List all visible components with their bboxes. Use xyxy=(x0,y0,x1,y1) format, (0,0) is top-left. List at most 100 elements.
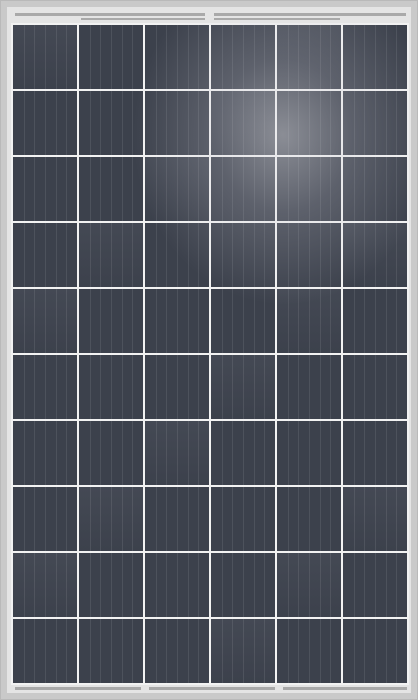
cell-finger-line xyxy=(253,619,255,683)
solar-cell xyxy=(79,553,143,617)
solar-cell xyxy=(277,91,341,155)
cell-finger-line xyxy=(287,289,289,353)
cell-finger-line xyxy=(264,223,266,287)
cell-finger-line xyxy=(264,25,266,89)
cell-finger-line xyxy=(330,619,332,683)
cell-finger-line xyxy=(330,421,332,485)
cell-finger-line xyxy=(187,25,189,89)
cell-finger-line xyxy=(396,223,398,287)
cell-finger-line xyxy=(23,91,25,155)
cell-finger-line xyxy=(243,157,244,221)
cell-finger-line xyxy=(198,553,200,617)
cell-finger-line xyxy=(111,553,112,617)
cell-finger-line xyxy=(155,421,157,485)
cell-finger-line xyxy=(177,289,178,353)
cell-grid xyxy=(11,23,409,685)
cell-finger-line xyxy=(155,487,157,551)
cell-finger-line xyxy=(111,487,112,551)
cell-finger-line xyxy=(187,91,189,155)
cell-finger-line xyxy=(253,289,255,353)
cell-finger-line xyxy=(309,91,310,155)
cell-finger-line xyxy=(319,553,321,617)
cell-finger-line xyxy=(34,355,36,419)
cell-finger-line xyxy=(353,91,355,155)
bottom-busbar-1 xyxy=(15,687,141,690)
cell-finger-line xyxy=(375,553,376,617)
cell-finger-line xyxy=(298,25,300,89)
solar-cell xyxy=(211,91,275,155)
cell-finger-line xyxy=(66,619,68,683)
cell-finger-line xyxy=(45,355,46,419)
cell-finger-line xyxy=(111,157,112,221)
cell-finger-line xyxy=(187,619,189,683)
solar-cell xyxy=(145,355,209,419)
solar-cell xyxy=(211,553,275,617)
cell-finger-line xyxy=(232,619,234,683)
cell-finger-line xyxy=(375,289,376,353)
cell-finger-line xyxy=(155,553,157,617)
solar-cell xyxy=(79,289,143,353)
cell-finger-line xyxy=(55,223,57,287)
solar-cell xyxy=(79,421,143,485)
cell-finger-line xyxy=(264,619,266,683)
cell-finger-line xyxy=(396,487,398,551)
cell-finger-line xyxy=(155,91,157,155)
cell-finger-line xyxy=(375,91,376,155)
solar-cell xyxy=(211,289,275,353)
cell-finger-line xyxy=(253,487,255,551)
cell-finger-line xyxy=(385,223,387,287)
cell-finger-line xyxy=(198,487,200,551)
cell-finger-line xyxy=(375,421,376,485)
cell-finger-line xyxy=(132,223,134,287)
solar-cell xyxy=(343,157,407,221)
cell-finger-line xyxy=(45,553,46,617)
cell-finger-line xyxy=(100,619,102,683)
solar-cell xyxy=(79,355,143,419)
cell-finger-line xyxy=(89,355,91,419)
cell-finger-line xyxy=(385,355,387,419)
solar-cell xyxy=(343,91,407,155)
cell-finger-line xyxy=(166,355,168,419)
cell-finger-line xyxy=(177,487,178,551)
cell-finger-line xyxy=(132,91,134,155)
cell-finger-line xyxy=(287,421,289,485)
cell-finger-line xyxy=(100,157,102,221)
cell-finger-line xyxy=(66,157,68,221)
solar-cell xyxy=(13,157,77,221)
cell-finger-line xyxy=(364,25,366,89)
cell-finger-line xyxy=(23,223,25,287)
cell-finger-line xyxy=(375,157,376,221)
cell-finger-line xyxy=(396,553,398,617)
cell-finger-line xyxy=(221,553,223,617)
cell-finger-line xyxy=(45,487,46,551)
cell-finger-line xyxy=(89,289,91,353)
cell-finger-line xyxy=(253,91,255,155)
solar-cell xyxy=(145,25,209,89)
bottom-busbar-3 xyxy=(283,687,407,690)
cell-finger-line xyxy=(396,25,398,89)
cell-finger-line xyxy=(45,25,46,89)
cell-finger-line xyxy=(89,421,91,485)
cell-finger-line xyxy=(396,421,398,485)
cell-finger-line xyxy=(111,619,112,683)
cell-finger-line xyxy=(287,91,289,155)
cell-finger-line xyxy=(232,157,234,221)
cell-finger-line xyxy=(100,25,102,89)
bottom-busbar-2 xyxy=(149,687,275,690)
cell-finger-line xyxy=(66,553,68,617)
cell-finger-line xyxy=(264,289,266,353)
cell-finger-line xyxy=(253,223,255,287)
solar-panel xyxy=(0,0,418,700)
cell-finger-line xyxy=(298,223,300,287)
cell-finger-line xyxy=(330,25,332,89)
cell-finger-line xyxy=(100,553,102,617)
cell-finger-line xyxy=(264,487,266,551)
cell-finger-line xyxy=(166,421,168,485)
cell-finger-line xyxy=(264,553,266,617)
cell-finger-line xyxy=(319,487,321,551)
cell-finger-line xyxy=(89,487,91,551)
cell-finger-line xyxy=(23,355,25,419)
cell-finger-line xyxy=(166,157,168,221)
cell-finger-line xyxy=(319,91,321,155)
cell-finger-line xyxy=(166,25,168,89)
